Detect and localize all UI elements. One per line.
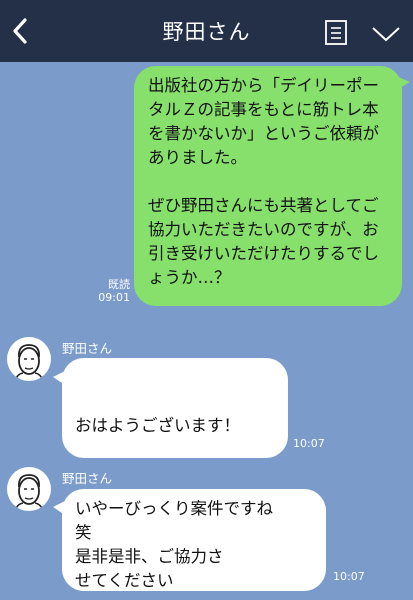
read-receipt: 既読 bbox=[108, 278, 130, 291]
outgoing-message-meta: 既読 09:01 bbox=[96, 278, 130, 304]
sender-name: 野田さん bbox=[62, 341, 113, 356]
sender-avatar[interactable] bbox=[7, 337, 51, 381]
chat-header: 野田さん bbox=[0, 0, 413, 62]
chat-title: 野田さん bbox=[162, 20, 251, 44]
incoming-message-bubble[interactable]: いやーびっくり案件ですね 笑 是非是非、ご協力さ せてください bbox=[62, 489, 326, 591]
outgoing-message-bubble[interactable]: 出版社の方から「デイリーポータルＺの記事をもとに筋トレ本を書かないか」というご依… bbox=[134, 66, 402, 306]
chat-area[interactable]: 出版社の方から「デイリーポータルＺの記事をもとに筋トレ本を書かないか」というご依… bbox=[0, 62, 413, 600]
sender-avatar[interactable] bbox=[7, 467, 51, 511]
avatar-portrait-icon bbox=[14, 344, 44, 381]
sender-name: 野田さん bbox=[62, 471, 113, 486]
avatar-portrait-icon bbox=[14, 474, 44, 511]
incoming-message-bubble[interactable]: おはようございます！ bbox=[62, 358, 288, 515]
chevron-down-icon bbox=[372, 27, 400, 42]
outgoing-message-time: 09:01 bbox=[98, 291, 130, 304]
dropdown-button[interactable] bbox=[370, 24, 402, 44]
list-icon bbox=[325, 20, 347, 45]
incoming-message-time: 10:07 bbox=[333, 570, 365, 583]
menu-button[interactable] bbox=[324, 19, 350, 46]
incoming-message-text: おはようございます！ bbox=[75, 416, 240, 435]
incoming-message-time: 10:07 bbox=[293, 437, 325, 450]
outgoing-bubble-tail bbox=[396, 76, 410, 90]
